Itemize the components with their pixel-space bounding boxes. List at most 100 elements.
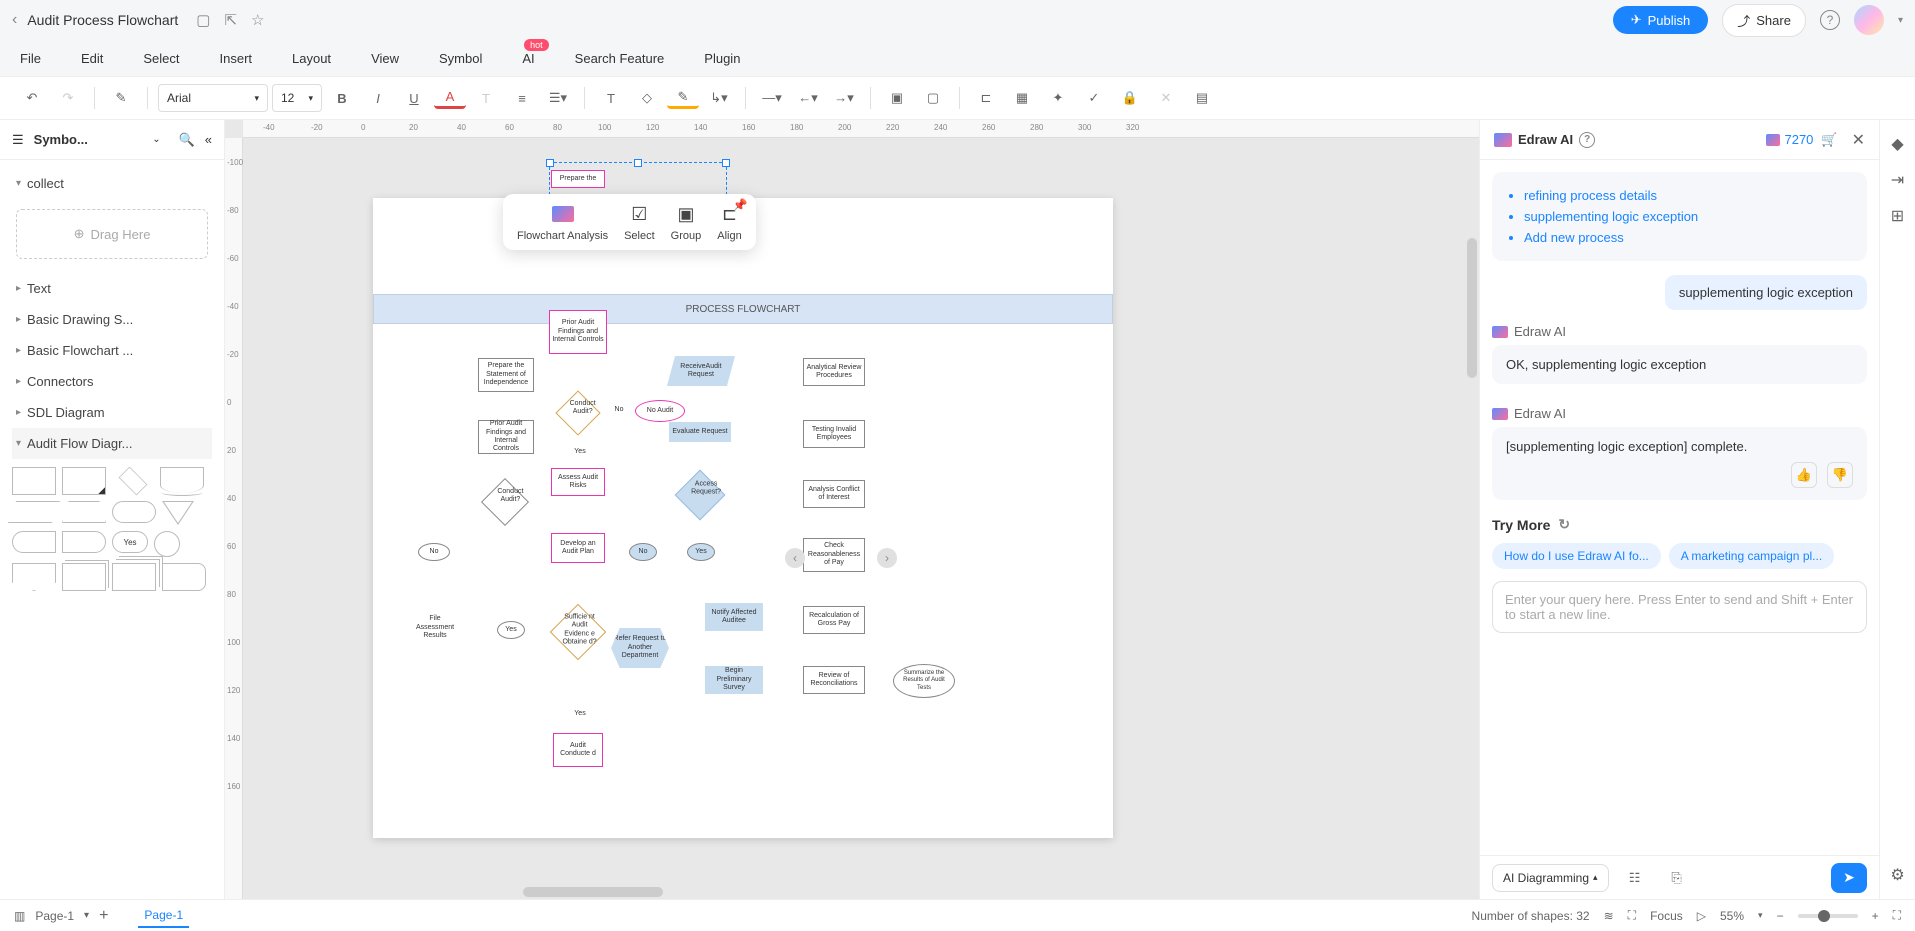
node-review-recon[interactable]: Review of Reconciliations bbox=[803, 666, 865, 694]
menu-insert[interactable]: Insert bbox=[220, 51, 253, 66]
redo-button[interactable]: ↷ bbox=[52, 82, 84, 114]
node-begin-survey[interactable]: Begin Preliminary Survey bbox=[705, 666, 763, 694]
edit-button[interactable]: ✓ bbox=[1078, 82, 1110, 114]
send-back-button[interactable]: ▢ bbox=[917, 82, 949, 114]
page-prev-button[interactable]: ‹ bbox=[785, 548, 805, 568]
shape-document[interactable] bbox=[160, 467, 204, 493]
zoom-in-button[interactable]: + bbox=[1872, 909, 1879, 923]
menu-layout[interactable]: Layout bbox=[292, 51, 331, 66]
node-recalc[interactable]: Recalculation of Gross Pay bbox=[803, 606, 865, 634]
library-icon[interactable]: ☰ bbox=[12, 132, 24, 148]
shape-pentagon[interactable] bbox=[12, 563, 56, 591]
node-file-results[interactable]: File Assessment Results bbox=[413, 608, 457, 648]
arrow-end-button[interactable]: →▾ bbox=[828, 82, 860, 114]
menu-ai[interactable]: AIhot bbox=[522, 51, 534, 66]
node-yes-oval[interactable]: Yes bbox=[497, 621, 525, 639]
pages-icon[interactable]: ▥ bbox=[14, 909, 25, 923]
effects-button[interactable]: ✦ bbox=[1042, 82, 1074, 114]
node-analytical[interactable]: Analytical Review Procedures bbox=[803, 358, 865, 386]
node-no2[interactable]: No bbox=[629, 543, 657, 561]
menu-edit[interactable]: Edit bbox=[81, 51, 103, 66]
focus-label[interactable]: Focus bbox=[1650, 909, 1683, 923]
menu-select[interactable]: Select bbox=[143, 51, 179, 66]
lock-button[interactable]: 🔒 bbox=[1114, 82, 1146, 114]
connector-button[interactable]: ↳▾ bbox=[703, 82, 735, 114]
font-color-button[interactable]: A bbox=[434, 87, 466, 109]
lib-audit-flow[interactable]: ▾Audit Flow Diagr... bbox=[12, 428, 212, 459]
apps-rail-icon[interactable]: ⊞ bbox=[1891, 206, 1904, 226]
line-spacing-button[interactable]: ☰▾ bbox=[542, 82, 574, 114]
suggestion-pill[interactable]: How do I use Edraw AI fo... bbox=[1492, 543, 1661, 569]
page-next-button[interactable]: › bbox=[877, 548, 897, 568]
node-check-pay[interactable]: Check Reasonableness of Pay bbox=[803, 538, 865, 572]
node-summarize[interactable]: Summarize the Results of Audit Tests bbox=[893, 664, 955, 698]
more-button[interactable]: ▤ bbox=[1186, 82, 1218, 114]
collapse-icon[interactable]: « bbox=[205, 132, 212, 147]
node-conduct-q2[interactable]: Conduct Audit? bbox=[481, 478, 529, 526]
user-avatar[interactable] bbox=[1854, 5, 1884, 35]
canvas-area[interactable]: -40-200204060801001201401601802002202402… bbox=[225, 120, 1479, 899]
page-select[interactable]: Page-1 bbox=[35, 909, 74, 923]
node-assess-risks[interactable]: Assess Audit Risks bbox=[551, 468, 605, 496]
history-icon[interactable]: ☷ bbox=[1619, 862, 1651, 894]
node-analysis-conflict[interactable]: Analysis Conflict of Interest bbox=[803, 480, 865, 508]
bold-button[interactable]: B bbox=[326, 82, 358, 114]
fill-rail-icon[interactable]: ◆ bbox=[1891, 134, 1903, 154]
tools-button[interactable]: ✕ bbox=[1150, 82, 1182, 114]
node-conduct-q[interactable]: Conduct Audit? bbox=[555, 390, 601, 436]
node-testing[interactable]: Testing Invalid Employees bbox=[803, 420, 865, 448]
italic-button[interactable]: I bbox=[362, 82, 394, 114]
chevron-down-icon[interactable]: ▾ bbox=[1898, 15, 1903, 26]
chevron-down-icon[interactable]: ▾ bbox=[84, 910, 89, 921]
menu-search[interactable]: Search Feature bbox=[575, 51, 665, 66]
text-tool-button[interactable]: T bbox=[595, 82, 627, 114]
add-page-button[interactable]: + bbox=[99, 907, 108, 925]
shape-card[interactable] bbox=[62, 467, 106, 495]
shape-rectangle[interactable] bbox=[12, 467, 56, 495]
suggestion-item[interactable]: Add new process bbox=[1524, 230, 1853, 245]
select-button[interactable]: ☑Select bbox=[624, 202, 655, 242]
format-painter-button[interactable]: ✎ bbox=[105, 82, 137, 114]
help-icon[interactable]: ? bbox=[1820, 10, 1840, 30]
lib-collect[interactable]: ▾collect bbox=[12, 168, 212, 199]
lib-connectors[interactable]: ▸Connectors bbox=[12, 366, 212, 397]
text-style-button[interactable]: T bbox=[470, 82, 502, 114]
flowchart-analysis-button[interactable]: Flowchart Analysis bbox=[517, 202, 608, 242]
shape-yes[interactable]: Yes bbox=[112, 531, 148, 553]
menu-file[interactable]: File bbox=[20, 51, 41, 66]
line-style-button[interactable]: ―▾ bbox=[756, 82, 788, 114]
horizontal-scrollbar[interactable] bbox=[523, 887, 663, 897]
shape-triangle[interactable] bbox=[162, 501, 194, 525]
node-audit-conducted[interactable]: Audit Conducte d bbox=[553, 733, 603, 767]
zoom-out-button[interactable]: − bbox=[1777, 909, 1784, 923]
vertical-scrollbar[interactable] bbox=[1467, 238, 1477, 378]
credits-counter[interactable]: 7270 bbox=[1766, 132, 1813, 147]
search-icon[interactable]: 🔍 bbox=[179, 132, 195, 148]
align-left-button[interactable]: ⊏ bbox=[970, 82, 1002, 114]
node-evaluate[interactable]: Evaluate Request bbox=[669, 422, 731, 442]
publish-button[interactable]: ✈Publish bbox=[1613, 6, 1709, 34]
focus-mode-icon[interactable]: ⛶ bbox=[1628, 908, 1636, 923]
lib-basic-flowchart[interactable]: ▸Basic Flowchart ... bbox=[12, 335, 212, 366]
ai-input[interactable]: Enter your query here. Press Enter to se… bbox=[1492, 581, 1867, 633]
font-size-select[interactable]: 12▾ bbox=[272, 84, 322, 112]
node-prior1[interactable]: Prior Audit Findings and Internal Contro… bbox=[549, 310, 607, 354]
node-prepare1[interactable]: Prepare the bbox=[551, 170, 605, 188]
import-rail-icon[interactable]: ⇥ bbox=[1891, 170, 1904, 190]
shape-terminator[interactable] bbox=[12, 531, 56, 553]
arrow-start-button[interactable]: ←▾ bbox=[792, 82, 824, 114]
line-color-button[interactable]: ✎ bbox=[667, 87, 699, 109]
node-receive[interactable]: ReceiveAudit Request bbox=[667, 356, 735, 386]
fullscreen-icon[interactable]: ⛶ bbox=[1893, 908, 1901, 923]
undo-button[interactable]: ↶ bbox=[16, 82, 48, 114]
export-icon[interactable]: ⇱ bbox=[224, 11, 237, 29]
shape-trapezoid[interactable] bbox=[62, 501, 106, 523]
suggestion-item[interactable]: supplementing logic exception bbox=[1524, 209, 1853, 224]
back-arrow-icon[interactable]: ‹ bbox=[12, 11, 17, 29]
distribute-button[interactable]: ▦ bbox=[1006, 82, 1038, 114]
save-icon[interactable]: ▢ bbox=[196, 11, 210, 29]
page-tab[interactable]: Page-1 bbox=[138, 904, 189, 928]
chevron-down-icon[interactable]: ⌄ bbox=[152, 134, 160, 145]
ai-help-icon[interactable]: ? bbox=[1579, 132, 1595, 148]
presentation-icon[interactable]: ▷ bbox=[1697, 909, 1706, 923]
